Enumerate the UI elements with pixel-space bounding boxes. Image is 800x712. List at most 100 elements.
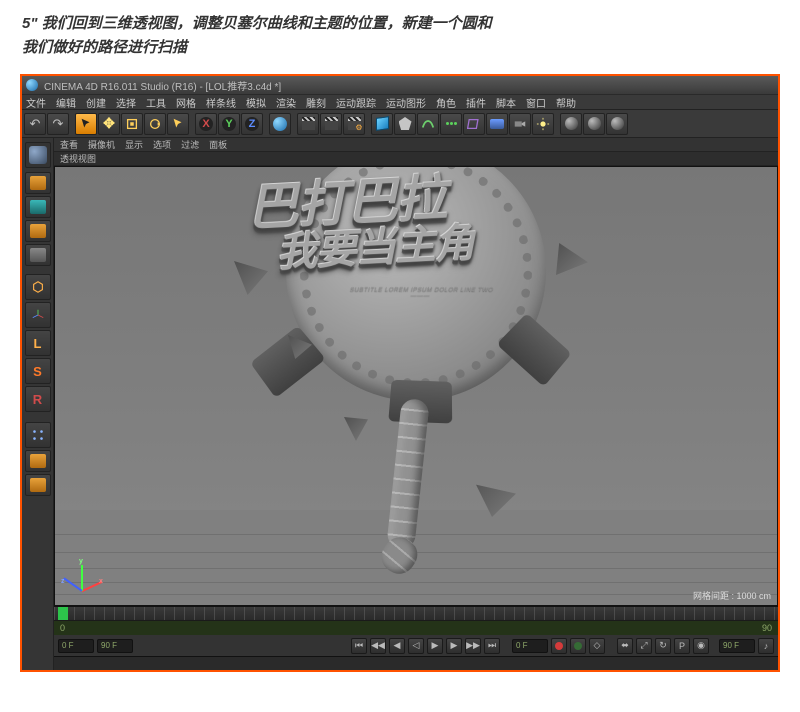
world-button[interactable] [269,113,291,135]
last-tool-button[interactable] [167,113,189,135]
frame-range-field[interactable]: 90 F [719,639,755,653]
render-pv-button[interactable] [320,113,342,135]
next-key-button[interactable]: ▶▶ [465,638,481,654]
menu-mesh[interactable]: 网格 [176,95,196,110]
autokey-button[interactable] [570,638,586,654]
reg-button[interactable]: R [25,386,51,412]
instruction-line1: 5" 我们回到三维透视图，调整贝塞尔曲线和主题的位置，新建一个圆和 [22,15,492,32]
vmenu-camera[interactable]: 摄像机 [88,138,115,151]
menu-sculpt[interactable]: 雕刻 [306,95,326,110]
menu-plugins[interactable]: 插件 [466,95,486,110]
frame-cur-field[interactable]: 0 F [512,639,548,653]
playhead[interactable] [58,607,68,621]
menu-edit[interactable]: 编辑 [56,95,76,110]
live-select-button[interactable] [75,113,97,135]
view3-button[interactable] [606,113,628,135]
menu-create[interactable]: 创建 [86,95,106,110]
pla-key-button[interactable]: ◉ [693,638,709,654]
rotate-icon [148,117,162,131]
move-button[interactable]: ✥ [98,113,120,135]
array-button[interactable] [440,113,462,135]
next-frame-button[interactable]: ▶ [446,638,462,654]
layout-folder-3[interactable] [25,220,51,242]
point-icon [31,428,45,442]
scene-thumb[interactable] [25,142,51,168]
layout-folder-6[interactable] [25,474,51,496]
cube-icon [376,116,389,131]
view2-button[interactable] [583,113,605,135]
menu-motion[interactable]: 运动图形 [386,95,426,110]
render-settings-button[interactable]: ⚙ [343,113,365,135]
redo-button[interactable]: ↷ [47,113,69,135]
c4d-window: CINEMA 4D R16.011 Studio (R16) - [LOL推荐3… [22,76,778,670]
camera-button[interactable] [509,113,531,135]
live-mode-button[interactable]: L [25,330,51,356]
nurbs-button[interactable] [417,113,439,135]
layout-folder-1[interactable] [25,172,51,194]
floor-icon [490,119,504,129]
sound-button[interactable]: ♪ [758,638,774,654]
layout-folder-2[interactable] [25,196,51,218]
undo-button[interactable]: ↶ [24,113,46,135]
snap-button[interactable]: S [25,358,51,384]
vmenu-panel[interactable]: 面板 [209,138,227,151]
render-view-button[interactable] [297,113,319,135]
frame-end-field[interactable]: 90 F [97,639,133,653]
texture-mode-button[interactable] [25,302,51,328]
key-opts-button[interactable]: ◇ [589,638,605,654]
menu-help[interactable]: 帮助 [556,95,576,110]
axis-y-button[interactable]: Y [218,113,240,135]
screenshot-frame: CINEMA 4D R16.011 Studio (R16) - [LOL推荐3… [20,74,780,672]
vmenu-filter[interactable]: 过滤 [181,138,199,151]
vmenu-options[interactable]: 选项 [153,138,171,151]
prev-key-button[interactable]: ◀◀ [370,638,386,654]
light-button[interactable] [532,113,554,135]
menu-window[interactable]: 窗口 [526,95,546,110]
floor-button[interactable] [486,113,508,135]
play-button[interactable]: ▶ [427,638,443,654]
menu-file[interactable]: 文件 [26,95,46,110]
folder-grey-icon [30,248,46,262]
play-back-button[interactable]: ◁ [408,638,424,654]
rotate-button[interactable] [144,113,166,135]
instruction-line2: 我们做好的路径进行扫描 [22,39,187,56]
menu-script[interactable]: 脚本 [496,95,516,110]
viewport-3d[interactable]: 巴打巴拉 我要当主角 SUBTITLE LOREM IPSUM DOLOR LI… [54,166,778,606]
param-key-button[interactable]: P [674,638,690,654]
cursor2-icon [171,117,185,131]
goto-end-button[interactable]: ⏭ [484,638,500,654]
menu-simulate[interactable]: 模拟 [246,95,266,110]
pen-prim-button[interactable] [394,113,416,135]
frame-start-field[interactable]: 0 F [58,639,94,653]
menu-mograph[interactable]: 运动跟踪 [336,95,376,110]
vmenu-view[interactable]: 查看 [60,138,78,151]
model-mode-button[interactable] [25,274,51,300]
menu-select[interactable]: 选择 [116,95,136,110]
menu-char[interactable]: 角色 [436,95,456,110]
view1-button[interactable] [560,113,582,135]
vmenu-display[interactable]: 显示 [125,138,143,151]
deformer-button[interactable] [463,113,485,135]
folder-teal-icon [30,200,46,214]
rot-key-button[interactable]: ↻ [655,638,671,654]
menu-tools[interactable]: 工具 [146,95,166,110]
prev-frame-button[interactable]: ◀ [389,638,405,654]
layout-folder-5[interactable] [25,450,51,472]
goto-start-button[interactable]: ⏮ [351,638,367,654]
timeline-ruler[interactable] [54,607,778,621]
axis-z-button[interactable]: Z [241,113,263,135]
viewport-tab[interactable]: 透视视图 [54,152,778,166]
viewport-status: 网格间距 : 1000 cm [693,589,771,602]
record-button[interactable] [551,638,567,654]
menu-spline[interactable]: 样条线 [206,95,236,110]
scale-button[interactable] [121,113,143,135]
menu-render[interactable]: 渲染 [276,95,296,110]
cube-prim-button[interactable] [371,113,393,135]
axis-x-button[interactable]: X [195,113,217,135]
scale-key-button[interactable]: ⤢ [636,638,652,654]
pos-key-button[interactable]: ⬌ [617,638,633,654]
point-mode-button[interactable] [25,422,51,448]
titlebar: CINEMA 4D R16.011 Studio (R16) - [LOL推荐3… [22,76,778,94]
layout-folder-4[interactable] [25,244,51,266]
axis-x-label: x [99,578,103,585]
